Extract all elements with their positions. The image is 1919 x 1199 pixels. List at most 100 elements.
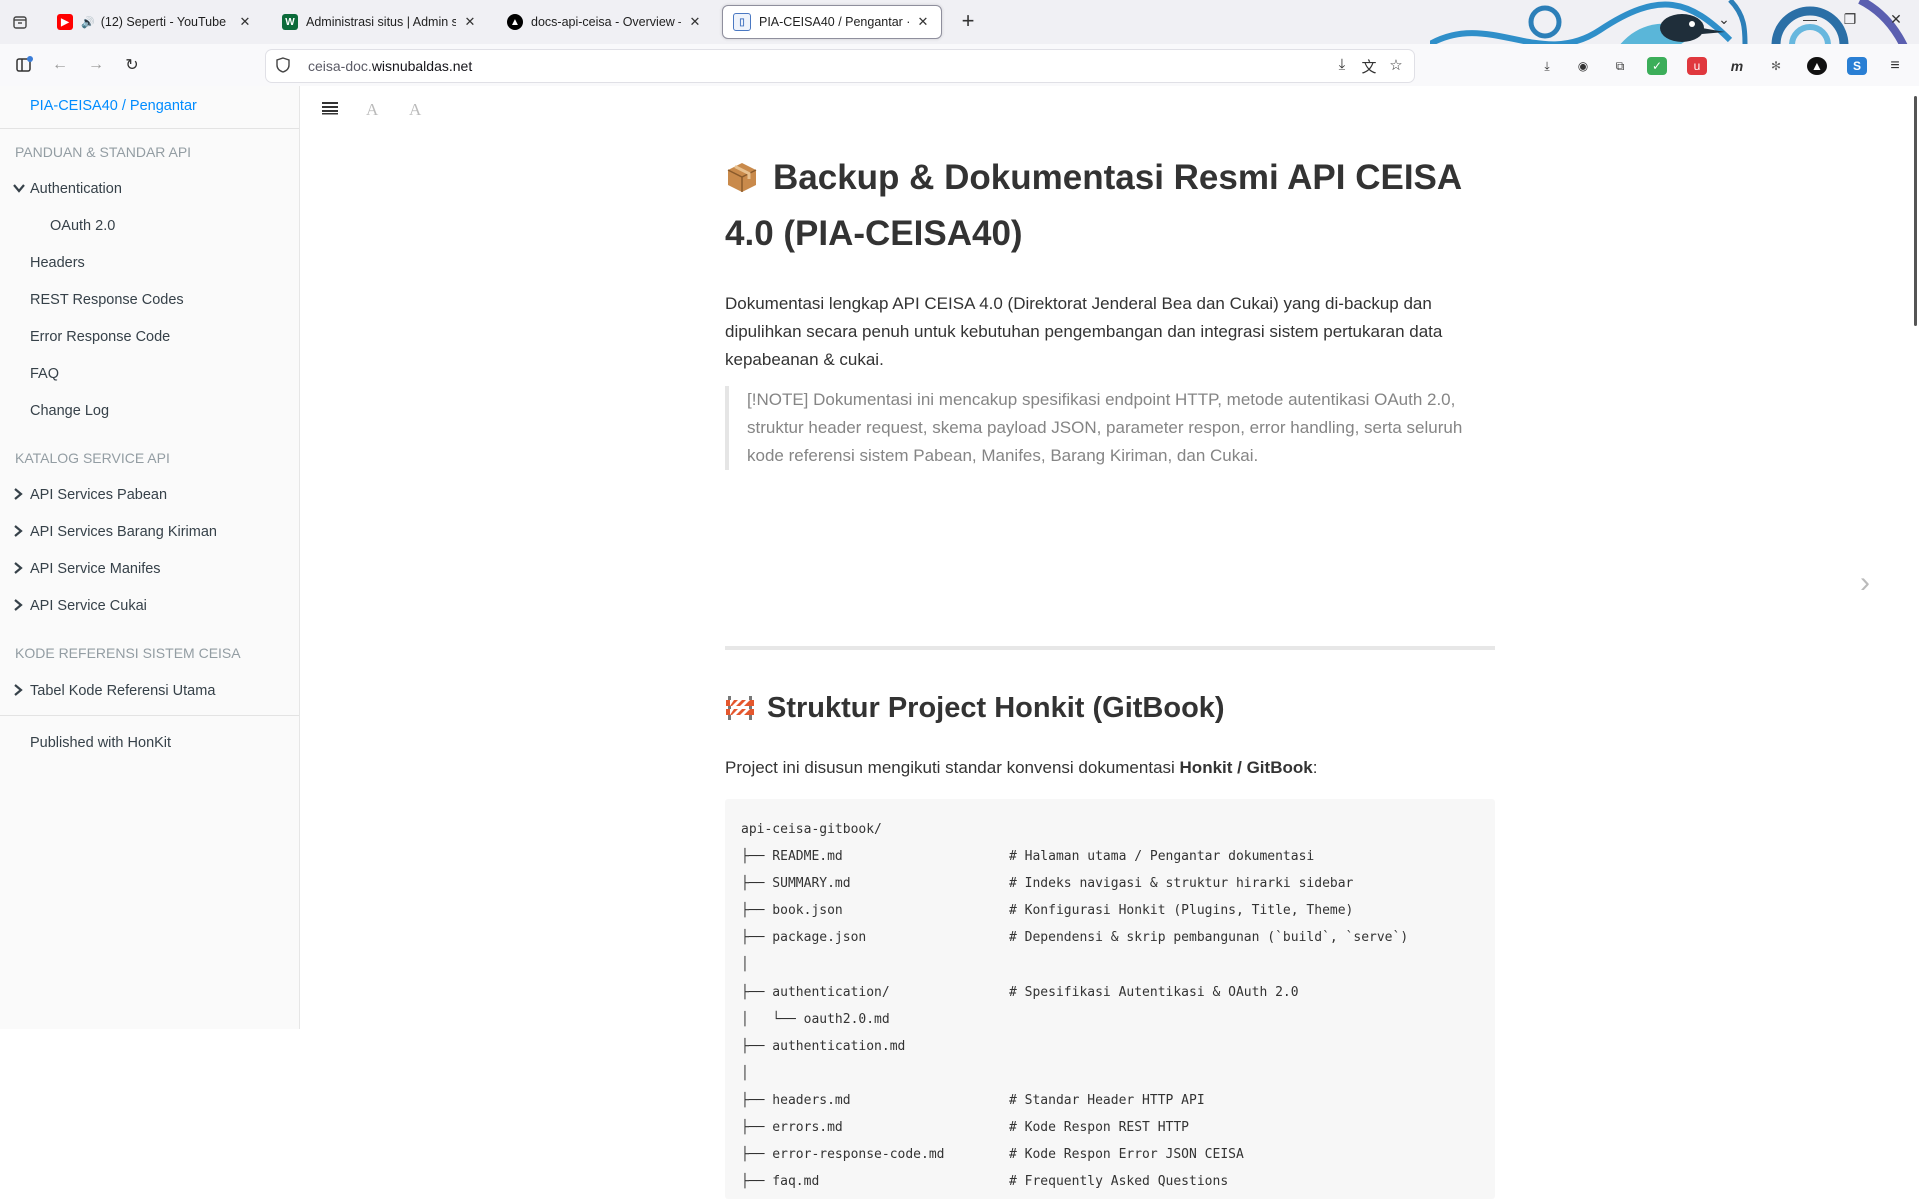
translate-icon[interactable]: 文 xyxy=(1359,56,1379,77)
menu-icon[interactable]: ≡ xyxy=(1885,57,1905,75)
intro-paragraph: Dokumentasi lengkap API CEISA 4.0 (Direk… xyxy=(725,294,1443,369)
url-text[interactable]: ceisa-doc.wisnubaldas.net xyxy=(308,58,472,74)
shield-extension-icon[interactable]: ✓ xyxy=(1647,57,1667,75)
extensions-icon[interactable]: ⧉ xyxy=(1610,57,1630,75)
code-line: │ xyxy=(741,1060,1479,1087)
published-with-honkit-link[interactable]: Published with HonKit xyxy=(0,728,299,758)
code-path: ├── SUMMARY.md xyxy=(741,876,851,892)
m-extension-icon[interactable]: m xyxy=(1727,57,1747,75)
chevron-down-icon[interactable] xyxy=(13,182,25,196)
s-extension-icon[interactable]: S xyxy=(1847,57,1867,75)
navigation-toolbar: ← → ↻ ceisa-doc.wisnubaldas.net ⤓ 文 ☆ ⤓ … xyxy=(0,44,1919,86)
sidebar-item-pengantar[interactable]: PIA-CEISA40 / Pengantar xyxy=(0,91,299,121)
code-line: ├── errors.md # Kode Respon REST HTTP xyxy=(741,1114,1479,1141)
speaker-icon[interactable]: 🔊 xyxy=(81,16,95,29)
sidebar-item-api-services-pabean[interactable]: API Services Pabean xyxy=(0,480,299,510)
sidebar-item-api-service-cukai[interactable]: API Service Cukai xyxy=(0,591,299,621)
close-tab-icon[interactable]: ✕ xyxy=(915,14,931,30)
sidebar-section-header: KODE REFERENSI SISTEM CEISA xyxy=(15,645,241,661)
note-blockquote: [!NOTE] Dokumentasi ini mencakup spesifi… xyxy=(725,386,1495,470)
new-tab-button[interactable]: + xyxy=(955,9,981,35)
font-size-icon[interactable]: A xyxy=(409,100,421,120)
sidebar-item-error-response-code[interactable]: Error Response Code xyxy=(0,322,299,352)
code-path: api-ceisa-gitbook/ xyxy=(741,822,882,837)
tab-vercel[interactable]: ▲ docs-api-ceisa - Overview – Ver ✕ xyxy=(497,5,713,39)
youtube-icon: ▶ xyxy=(57,14,73,30)
code-line: ├── authentication/ # Spesifikasi Autenti… xyxy=(741,979,1479,1006)
close-window-button[interactable]: ✕ xyxy=(1886,11,1906,28)
code-comment: # Dependensi & skrip pembangunan (`build… xyxy=(1009,930,1409,946)
close-tab-icon[interactable]: ✕ xyxy=(687,14,703,30)
tab-wix[interactable]: W Administrasi situs | Admin situs ✕ xyxy=(272,5,488,39)
code-comment: # Halaman utama / Pengantar dokumentasi xyxy=(1009,849,1315,865)
close-tab-icon[interactable]: ✕ xyxy=(462,14,478,30)
code-comment: # Frequently Asked Questions xyxy=(1009,1174,1229,1190)
sidebar-item-faq[interactable]: FAQ xyxy=(0,359,299,389)
code-line: ├── book.json # Konfigurasi Honkit (Plugi… xyxy=(741,897,1479,924)
sidebar-section-header: PANDUAN & STANDAR API xyxy=(15,144,192,160)
chevron-right-icon[interactable] xyxy=(13,524,23,540)
close-tab-icon[interactable]: ✕ xyxy=(237,14,253,30)
vercel-extension-icon[interactable]: ▲ xyxy=(1807,57,1827,75)
code-line: ├── SUMMARY.md # Indeks navigasi & strukt… xyxy=(741,870,1479,897)
sidebar-item-label: Headers xyxy=(30,255,85,271)
tab-youtube[interactable]: ▶ 🔊 (12) Seperti - YouTube ✕ xyxy=(47,5,263,39)
sidebar-item-label: API Services Pabean xyxy=(30,487,168,503)
sidebar-item-label: API Service Manifes xyxy=(30,561,161,577)
sidebar-item-change-log[interactable]: Change Log xyxy=(0,396,299,426)
sidebar-item-label: FAQ xyxy=(30,366,60,382)
sidebar-divider xyxy=(0,128,299,129)
tabs-dropdown-icon[interactable]: ⌄ xyxy=(1714,11,1734,28)
minimize-window-button[interactable]: — xyxy=(1800,11,1820,27)
paragraph-text: Project ini disusun mengikuti standar ko… xyxy=(725,758,1180,777)
page-title-text: Backup & Dokumentasi Resmi API CEISA 4.0… xyxy=(725,158,1461,253)
code-path: ├── book.json xyxy=(741,903,843,919)
tab-pia-ceisa[interactable]: ▯ PIA-CEISA40 / Pengantar · API C ✕ xyxy=(722,5,942,39)
account-icon[interactable]: ◉ xyxy=(1573,57,1593,75)
book-icon: ▯ xyxy=(733,13,751,31)
reload-button[interactable]: ↻ xyxy=(120,53,144,77)
chevron-right-icon[interactable] xyxy=(13,561,23,577)
chevron-right-icon[interactable] xyxy=(13,683,23,699)
downloads-icon[interactable]: ⤓ xyxy=(1537,57,1557,75)
sidebar-item-headers[interactable]: Headers xyxy=(0,248,299,278)
paragraph-bold-text: Honkit / GitBook xyxy=(1179,758,1313,777)
structure-paragraph: Project ini disusun mengikuti standar ko… xyxy=(725,754,1495,782)
sidebar-item-label: OAuth 2.0 xyxy=(50,218,116,234)
forward-button[interactable]: → xyxy=(84,53,108,77)
code-line: │ xyxy=(741,951,1479,978)
restore-window-button[interactable]: ❐ xyxy=(1840,11,1860,28)
ublock-extension-icon[interactable]: u xyxy=(1687,57,1707,75)
tab-title: Administrasi situs | Admin situs xyxy=(306,15,456,29)
sidebar-item-tabel-kode-referensi[interactable]: Tabel Kode Referensi Utama xyxy=(0,676,299,706)
sidebar-toggle-button[interactable] xyxy=(12,53,36,77)
sidebar-item-label: Change Log xyxy=(30,403,110,419)
sidebar-item-oauth[interactable]: OAuth 2.0 xyxy=(0,211,299,241)
reload-icon: ↻ xyxy=(125,57,139,74)
page-scrollbar[interactable] xyxy=(1914,96,1917,326)
section-divider xyxy=(725,646,1495,650)
address-bar[interactable]: ceisa-doc.wisnubaldas.net ⤓ 文 ☆ xyxy=(266,50,1414,82)
code-path: ├── package.json xyxy=(741,930,867,946)
back-button[interactable]: ← xyxy=(48,53,72,77)
sidebar-item-rest-response-codes[interactable]: REST Response Codes xyxy=(0,285,299,315)
sidebar-item-api-services-barang-kiriman[interactable]: API Services Barang Kiriman xyxy=(0,517,299,547)
url-domain: wisnubaldas.net xyxy=(371,58,473,74)
toggle-sidebar-icon[interactable] xyxy=(322,100,338,120)
sidebar-icon xyxy=(16,56,33,72)
chevron-right-icon[interactable] xyxy=(13,487,23,503)
next-page-chevron-icon[interactable]: › xyxy=(1860,566,1870,600)
code-path: ├── headers.md xyxy=(741,1092,851,1108)
install-page-icon[interactable]: ⤓ xyxy=(1332,56,1352,73)
site-info-icon[interactable] xyxy=(276,56,294,76)
sidebar-item-authentication[interactable]: Authentication xyxy=(0,174,299,204)
sidebar-divider xyxy=(0,715,299,716)
tab-list-button[interactable] xyxy=(8,10,32,34)
wix-icon: W xyxy=(282,14,298,30)
bookmark-star-icon[interactable]: ☆ xyxy=(1386,56,1406,74)
code-comment: # Kode Respon REST HTTP xyxy=(1009,1120,1190,1136)
sidebar-item-api-service-manifes[interactable]: API Service Manifes xyxy=(0,554,299,584)
chevron-right-icon[interactable] xyxy=(13,598,23,614)
font-settings-icon[interactable]: A xyxy=(366,100,378,120)
puzzle-extension-icon[interactable]: ✻ xyxy=(1766,57,1786,75)
